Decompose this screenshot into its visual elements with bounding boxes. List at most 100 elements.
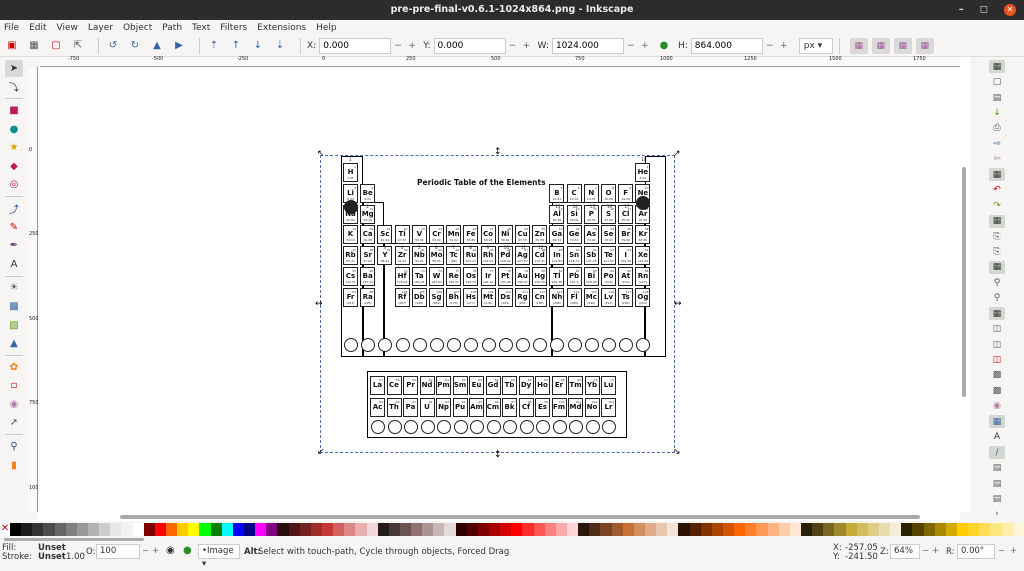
spiral-tool-icon[interactable]: ◎ xyxy=(5,176,23,193)
menu-help[interactable]: Help xyxy=(316,23,337,33)
color-swatch[interactable] xyxy=(667,523,679,536)
move-gradients-icon[interactable]: ▦ xyxy=(893,37,912,54)
scale-stroke-icon[interactable]: ▦ xyxy=(849,37,868,54)
color-swatch[interactable] xyxy=(778,523,790,536)
fill-stroke-icon[interactable]: ◉ xyxy=(989,400,1005,413)
color-swatch[interactable] xyxy=(723,523,735,536)
color-swatch[interactable] xyxy=(522,523,534,536)
color-swatch[interactable] xyxy=(388,523,400,536)
rectangle-tool-icon[interactable]: ■ xyxy=(5,102,23,119)
color-swatch[interactable] xyxy=(800,523,813,536)
color-swatch[interactable] xyxy=(177,523,189,536)
width-input[interactable] xyxy=(551,37,624,54)
color-swatch[interactable] xyxy=(878,523,891,536)
menu-text[interactable]: Text xyxy=(192,23,210,33)
color-swatch[interactable] xyxy=(923,523,935,536)
xml-editor-icon[interactable]: ▤ xyxy=(989,462,1005,475)
paste-icon[interactable]: ⎘ xyxy=(989,245,1005,258)
color-swatch[interactable] xyxy=(477,523,490,536)
color-swatch[interactable] xyxy=(143,523,155,536)
color-swatch[interactable] xyxy=(466,523,478,536)
resize-handle-w[interactable]: ↔ xyxy=(315,300,323,309)
color-swatch[interactable] xyxy=(411,523,423,536)
resize-handle-nw[interactable]: ↖ xyxy=(317,150,325,159)
rotate-cw-icon[interactable]: ↻ xyxy=(127,38,143,54)
color-swatch[interactable] xyxy=(745,523,757,536)
export-icon[interactable]: ⇦ xyxy=(989,153,1005,166)
resize-handle-sw[interactable]: ↙ xyxy=(317,448,325,457)
color-swatch[interactable] xyxy=(99,523,111,536)
color-swatch[interactable] xyxy=(767,523,779,536)
pencil-tool-icon[interactable]: ✎ xyxy=(5,219,23,236)
move-patterns-icon[interactable]: ▦ xyxy=(915,37,934,54)
lock-icon[interactable]: ● xyxy=(183,545,192,556)
lock-ratio-icon[interactable]: ● xyxy=(656,38,672,54)
color-swatch[interactable] xyxy=(734,523,746,536)
color-swatch[interactable] xyxy=(76,523,88,536)
palette-scroll-thumb[interactable] xyxy=(4,538,144,541)
raise-icon[interactable]: ↑ xyxy=(228,38,244,54)
canvas[interactable]: ↖ ↕ ↗ ↔ ↔ ↙ ↕ ↘ Periodic Table of the El… xyxy=(38,67,960,512)
ellipse-tool-icon[interactable]: ● xyxy=(5,121,23,138)
color-swatch[interactable] xyxy=(455,523,467,536)
visibility-eye-icon[interactable]: ◉ xyxy=(166,545,175,556)
redo-icon[interactable]: ↷ xyxy=(989,199,1005,212)
zoom-decrement-button[interactable]: − xyxy=(922,546,929,556)
color-swatch[interactable] xyxy=(834,523,846,536)
x-input[interactable] xyxy=(319,37,392,54)
text-tool-icon[interactable]: A xyxy=(5,256,23,273)
color-swatch[interactable] xyxy=(344,523,356,536)
color-swatch[interactable] xyxy=(934,523,946,536)
color-swatch[interactable] xyxy=(154,523,166,536)
maximize-icon[interactable]: ◻ xyxy=(980,0,988,20)
color-swatch[interactable] xyxy=(444,523,456,536)
scale-corners-icon[interactable]: ▦ xyxy=(871,37,890,54)
close-icon[interactable]: ✕ xyxy=(1004,4,1016,16)
color-swatch[interactable] xyxy=(845,523,857,536)
color-swatch[interactable] xyxy=(633,523,646,536)
color-swatch[interactable] xyxy=(333,523,345,536)
snap-toggle-icon[interactable]: ▦ xyxy=(989,60,1005,74)
zoom-drawing-icon[interactable]: ⚲ xyxy=(989,276,1005,289)
minimize-icon[interactable]: – xyxy=(959,0,964,20)
opacity-input[interactable]: 100 xyxy=(96,544,140,559)
color-swatch[interactable] xyxy=(266,523,278,536)
color-swatch[interactable] xyxy=(243,523,256,536)
color-swatch[interactable] xyxy=(578,523,590,536)
zoom-page-icon[interactable]: ⚲ xyxy=(989,292,1005,305)
x-increment-button[interactable]: + xyxy=(405,41,419,51)
h-decrement-button[interactable]: − xyxy=(763,41,777,51)
color-swatch[interactable] xyxy=(255,523,267,536)
zoom-increment-button[interactable]: + xyxy=(932,546,939,556)
save-icon[interactable]: ↓ xyxy=(989,107,1005,120)
color-swatch[interactable] xyxy=(277,523,289,536)
color-swatch[interactable] xyxy=(1001,523,1013,536)
document-properties-icon[interactable]: ▤ xyxy=(989,492,1005,505)
print-icon[interactable]: ⎙ xyxy=(989,122,1005,135)
menu-path[interactable]: Path xyxy=(162,23,182,33)
color-swatch[interactable] xyxy=(611,523,623,536)
color-swatch[interactable] xyxy=(678,523,690,536)
color-swatch[interactable] xyxy=(711,523,723,536)
snap-guide-icon[interactable]: / xyxy=(989,446,1005,460)
zoom-tool-icon[interactable]: ⚲ xyxy=(5,438,23,455)
w-decrement-button[interactable]: − xyxy=(624,41,638,51)
menu-edit[interactable]: Edit xyxy=(29,23,46,33)
snap-nodes-icon[interactable]: ▦ xyxy=(989,214,1005,228)
color-swatch[interactable] xyxy=(700,523,712,536)
color-swatch[interactable] xyxy=(555,523,568,536)
no-paint-swatch[interactable]: ✕ xyxy=(0,523,10,536)
color-swatch[interactable] xyxy=(1012,523,1024,536)
color-swatch[interactable] xyxy=(54,523,66,536)
resize-handle-ne[interactable]: ↗ xyxy=(673,150,681,159)
color-swatch[interactable] xyxy=(377,523,389,536)
w-increment-button[interactable]: + xyxy=(638,41,652,51)
color-swatch[interactable] xyxy=(968,523,980,536)
undo-icon[interactable]: ↶ xyxy=(989,184,1005,197)
color-swatch[interactable] xyxy=(956,523,969,536)
rotation-increment-button[interactable]: + xyxy=(1010,546,1017,556)
color-swatch[interactable] xyxy=(567,523,579,536)
color-swatch[interactable] xyxy=(165,523,178,536)
color-swatch[interactable] xyxy=(232,523,244,536)
copy-icon[interactable]: ⎘ xyxy=(989,230,1005,243)
